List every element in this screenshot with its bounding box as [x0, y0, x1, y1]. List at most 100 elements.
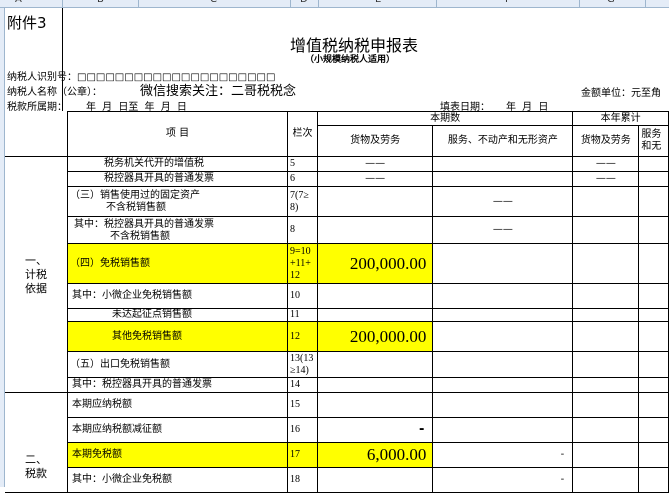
item-label: 其中：税控器具开具的普通发票	[66, 377, 289, 393]
goods-cell[interactable]: -	[316, 417, 434, 443]
attachment-label: 附件3	[7, 14, 47, 32]
goods-cell[interactable]	[316, 283, 434, 309]
goods-cell[interactable]: ——	[316, 171, 434, 187]
item-label: （五）出口免税销售额	[66, 351, 289, 378]
goods-cell[interactable]	[316, 392, 434, 418]
services-cell[interactable]: -	[432, 442, 574, 468]
goods-cell[interactable]	[316, 216, 434, 244]
services-header: 服务、不动产和无形资产	[432, 125, 574, 157]
services-cumulative-cell[interactable]	[638, 442, 669, 468]
services-cumulative-cell[interactable]	[638, 283, 669, 309]
goods-cell[interactable]	[316, 377, 434, 393]
services-cell[interactable]	[432, 321, 574, 352]
services-cell[interactable]	[432, 308, 574, 322]
goods-cumulative-cell[interactable]	[572, 392, 640, 418]
goods-cell[interactable]	[316, 351, 434, 378]
line-number: 14	[287, 377, 318, 393]
column-b-header[interactable]: B	[97, 0, 104, 5]
services-cumulative-cell[interactable]	[638, 392, 669, 418]
table-row: 本期免税额 17 6,000.00 -	[5, 442, 669, 468]
table-row: 其他免税销售额 12 200,000.00	[5, 321, 669, 352]
goods-cumulative-cell[interactable]	[572, 308, 640, 322]
services-cumulative-cell[interactable]	[638, 467, 669, 493]
goods-cumulative-cell[interactable]: ——	[572, 171, 640, 187]
line-header: 栏次	[287, 111, 318, 157]
table-row: 其中：税控器具开具的普通发票 不含税销售额 8 ——	[5, 216, 669, 244]
goods-cumulative-cell[interactable]: ——	[572, 156, 640, 172]
services-cell[interactable]: ——	[432, 216, 574, 244]
form-subtitle: （小规模纳税人适用）	[305, 55, 396, 65]
item-label: （三）销售使用过的固定资产 不含税销售额	[66, 186, 289, 217]
current-period-header: 本期数	[316, 111, 574, 126]
services-cell[interactable]: ——	[432, 186, 574, 217]
goods-cumulative-cell[interactable]	[572, 243, 640, 284]
goods-cell[interactable]	[316, 467, 434, 493]
services-cumulative-cell[interactable]	[638, 156, 669, 172]
services-cumulative-cell[interactable]	[638, 243, 669, 284]
services-cell[interactable]	[432, 243, 574, 284]
line-number: 8	[287, 216, 318, 244]
services-cumulative-cell[interactable]	[638, 186, 669, 217]
taxpayer-name-value[interactable]: 微信搜索关注：二哥税税念	[140, 80, 296, 99]
goods-cumulative-cell[interactable]	[572, 417, 640, 443]
column-a-header[interactable]: A	[15, 0, 22, 5]
goods-cumulative-cell[interactable]	[572, 283, 640, 309]
goods-cumulative-cell[interactable]	[572, 351, 640, 378]
services-cumulative-cell[interactable]	[638, 321, 669, 352]
services-cumulative-cell[interactable]	[638, 308, 669, 322]
line-number: 11	[287, 308, 318, 322]
item-label: 其他免税销售额	[66, 321, 289, 352]
table-row: 本期应纳税额减征额 16 -	[5, 417, 669, 443]
goods-cumulative-cell[interactable]	[572, 377, 640, 393]
services-cell[interactable]	[432, 377, 574, 393]
services-cumulative-cell[interactable]	[638, 417, 669, 443]
goods-cell[interactable]: 6,000.00	[316, 442, 434, 468]
column-g-header[interactable]: G	[607, 0, 615, 5]
column-d-header[interactable]: D	[300, 0, 308, 5]
services-cumulative-cell[interactable]	[638, 377, 669, 393]
services-cell[interactable]	[432, 283, 574, 309]
services-cumulative-header: 服务 和无	[638, 125, 669, 157]
item-header: 项 目	[66, 111, 289, 157]
item-label: 本期免税额	[66, 442, 289, 468]
goods-cell[interactable]: ——	[316, 156, 434, 172]
item-label: 其中：小微企业免税额	[66, 467, 289, 493]
table-row: 其中：税控器具开具的普通发票 14	[5, 377, 669, 393]
goods-cell[interactable]	[316, 308, 434, 322]
taxpayer-name-label: 纳税人名称（公章）：	[7, 87, 102, 98]
goods-cell[interactable]: 200,000.00	[316, 321, 434, 352]
goods-cumulative-cell[interactable]	[572, 216, 640, 244]
item-label: 本期应纳税额减征额	[66, 417, 289, 443]
services-cell[interactable]	[432, 156, 574, 172]
item-label: 税控器具开具的普通发票	[66, 171, 289, 187]
column-c-header[interactable]: C	[210, 0, 217, 5]
line-number: 9=10 +11+ 12	[287, 243, 318, 284]
item-label: 未达起征点销售额	[66, 308, 289, 322]
item-label: 其中：小微企业免税销售额	[66, 283, 289, 309]
table-row: 其中：小微企业免税额 18 -	[5, 467, 669, 493]
table-row: 其中：小微企业免税销售额 10	[5, 283, 669, 309]
services-cell[interactable]: -	[432, 467, 574, 493]
column-e-header[interactable]: E	[375, 0, 381, 5]
goods-cell[interactable]	[316, 186, 434, 217]
table-row: （四）免税销售额 9=10 +11+ 12 200,000.00	[5, 243, 669, 284]
goods-cell[interactable]: 200,000.00	[316, 243, 434, 284]
line-number: 7(7≥ 8)	[287, 186, 318, 217]
item-label: 其中：税控器具开具的普通发票 不含税销售额	[66, 216, 289, 244]
services-cell[interactable]	[432, 171, 574, 187]
line-number: 17	[287, 442, 318, 468]
goods-cumulative-cell[interactable]	[572, 186, 640, 217]
goods-cumulative-cell[interactable]	[572, 321, 640, 352]
services-cell[interactable]	[432, 417, 574, 443]
services-cell[interactable]	[432, 351, 574, 378]
line-number: 16	[287, 417, 318, 443]
services-cumulative-cell[interactable]	[638, 351, 669, 378]
services-cell[interactable]	[432, 392, 574, 418]
services-cumulative-cell[interactable]	[638, 216, 669, 244]
goods-cumulative-cell[interactable]	[572, 442, 640, 468]
goods-cumulative-cell[interactable]	[572, 467, 640, 493]
services-cumulative-cell[interactable]	[638, 171, 669, 187]
line-number: 10	[287, 283, 318, 309]
column-f-header[interactable]: F	[505, 0, 511, 5]
line-number: 12	[287, 321, 318, 352]
